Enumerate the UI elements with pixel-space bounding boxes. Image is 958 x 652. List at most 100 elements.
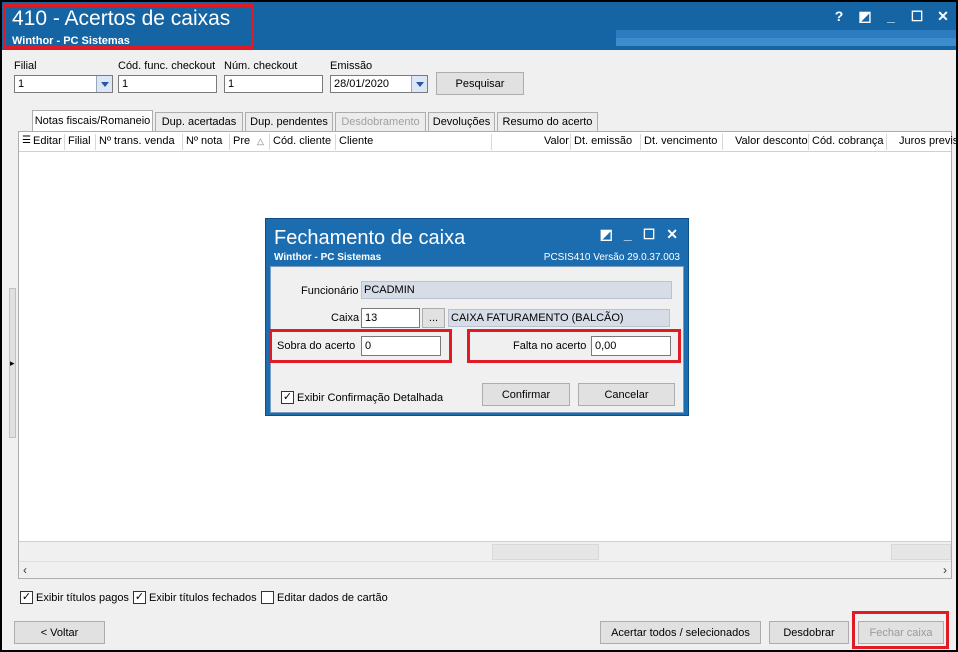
emissao-value: 28/01/2020 bbox=[334, 78, 390, 90]
tab-dup-acertadas[interactable]: Dup. acertadas bbox=[155, 112, 243, 131]
tab-devolucoes[interactable]: Devoluções bbox=[428, 112, 495, 131]
cod-func-label: Cód. func. checkout bbox=[118, 60, 216, 72]
edit-card-checkbox[interactable]: Editar dados de cartão bbox=[261, 591, 388, 604]
dialog-subtitle: Winthor - PC Sistemas bbox=[274, 252, 382, 263]
column-separator bbox=[570, 134, 571, 150]
checkbox-checked-icon[interactable]: ✓ bbox=[133, 591, 146, 604]
grid-header: ☰ Editar Filial Nº trans. venda Nº nota … bbox=[19, 132, 958, 152]
dialog-body: Funcionário PCADMIN Caixa 13 ... CAIXA F… bbox=[269, 266, 684, 413]
close-icon[interactable]: ✕ bbox=[936, 8, 950, 25]
emissao-date-picker[interactable]: 28/01/2020 bbox=[330, 75, 428, 93]
footer-cell bbox=[891, 544, 951, 560]
falta-highlight-box bbox=[467, 329, 681, 363]
maximize-icon[interactable]: ☐ bbox=[643, 226, 656, 243]
funcionario-label: Funcionário bbox=[301, 285, 359, 297]
caixa-description: CAIXA FATURAMENTO (BALCÃO) bbox=[448, 309, 670, 327]
back-button[interactable]: < Voltar bbox=[14, 621, 105, 644]
column-header[interactable]: Cliente bbox=[339, 135, 373, 147]
settle-all-button[interactable]: Acertar todos / selecionados bbox=[600, 621, 761, 644]
column-header[interactable]: Dt. emissão bbox=[574, 135, 632, 147]
dialog-version: PCSIS410 Versão 29.0.37.003 bbox=[543, 252, 680, 263]
minimize-icon[interactable]: _ bbox=[624, 226, 632, 243]
maximize-icon[interactable]: ☐ bbox=[910, 8, 924, 25]
sort-asc-icon: △ bbox=[257, 136, 264, 146]
column-separator bbox=[95, 134, 96, 150]
column-header[interactable]: Editar bbox=[33, 135, 62, 147]
column-separator bbox=[182, 134, 183, 150]
emissao-label: Emissão bbox=[330, 60, 373, 72]
cash-closing-dialog: Fechamento de caixa Winthor - PC Sistema… bbox=[265, 218, 689, 416]
funcionario-field: PCADMIN bbox=[361, 281, 672, 299]
footer-cell bbox=[492, 544, 599, 560]
confirm-detail-label: Exibir Confirmação Detalhada bbox=[297, 391, 444, 404]
num-checkout-label: Núm. checkout bbox=[224, 60, 298, 72]
column-header[interactable]: Nº trans. venda bbox=[99, 135, 175, 147]
restore-layout-icon[interactable]: ◩ bbox=[600, 226, 613, 243]
restore-layout-icon[interactable]: ◩ bbox=[858, 8, 872, 25]
title-decoration bbox=[616, 30, 956, 38]
minimize-icon[interactable]: _ bbox=[884, 8, 898, 25]
close-cash-highlight-box bbox=[852, 611, 949, 649]
edit-card-label: Editar dados de cartão bbox=[277, 591, 388, 604]
column-header[interactable]: Nº nota bbox=[186, 135, 222, 147]
grid-footer-row bbox=[19, 541, 951, 561]
show-closed-checkbox[interactable]: ✓ Exibir títulos fechados bbox=[133, 591, 257, 604]
show-paid-checkbox[interactable]: ✓ Exibir títulos pagos bbox=[20, 591, 129, 604]
split-button[interactable]: Desdobrar bbox=[769, 621, 849, 644]
search-button[interactable]: Pesquisar bbox=[436, 72, 524, 95]
tab-desdobramento[interactable]: Desdobramento bbox=[335, 112, 426, 131]
caixa-lookup-button[interactable]: ... bbox=[422, 308, 445, 328]
tab-resumo-acerto[interactable]: Resumo do acerto bbox=[497, 112, 598, 131]
title-highlight-box bbox=[3, 4, 254, 49]
show-closed-label: Exibir títulos fechados bbox=[149, 591, 257, 604]
show-paid-label: Exibir títulos pagos bbox=[36, 591, 129, 604]
scroll-left-icon[interactable]: ‹ bbox=[23, 563, 27, 577]
column-separator bbox=[229, 134, 230, 150]
horizontal-scrollbar[interactable]: ‹ › bbox=[19, 561, 951, 578]
column-header[interactable]: Pre bbox=[233, 135, 250, 147]
scroll-right-icon[interactable]: › bbox=[943, 563, 947, 577]
column-header[interactable]: Cód. cliente bbox=[273, 135, 331, 147]
num-checkout-input[interactable]: 1 bbox=[224, 75, 323, 93]
checkbox-checked-icon[interactable]: ✓ bbox=[281, 391, 294, 404]
column-separator bbox=[491, 134, 492, 150]
column-separator bbox=[886, 134, 887, 150]
column-header[interactable]: Filial bbox=[68, 135, 91, 147]
caixa-label: Caixa bbox=[331, 312, 360, 324]
title-decoration bbox=[616, 38, 956, 46]
column-header[interactable]: Valor bbox=[544, 135, 569, 147]
chevron-down-icon[interactable] bbox=[96, 76, 112, 92]
column-separator bbox=[808, 134, 809, 150]
column-header[interactable]: Valor desconto bbox=[735, 135, 808, 147]
cod-func-input[interactable]: 1 bbox=[118, 75, 217, 93]
column-separator bbox=[722, 134, 723, 150]
cancel-button[interactable]: Cancelar bbox=[578, 383, 675, 406]
filial-value: 1 bbox=[18, 78, 25, 90]
column-header[interactable]: Cód. cobrança bbox=[812, 135, 884, 147]
dialog-controls: ◩ _ ☐ ✕ bbox=[600, 226, 678, 243]
column-separator bbox=[335, 134, 336, 150]
caixa-input[interactable]: 13 bbox=[361, 308, 420, 328]
expand-panel-icon[interactable]: ▸ bbox=[10, 358, 15, 369]
chevron-down-icon[interactable] bbox=[411, 76, 427, 92]
checkbox-unchecked-icon[interactable] bbox=[261, 591, 274, 604]
column-header[interactable]: Juros previs bbox=[899, 135, 958, 147]
tab-notas-fiscais[interactable]: Notas fiscais/Romaneio bbox=[32, 110, 153, 131]
main-window: 410 - Acertos de caixas Winthor - PC Sis… bbox=[0, 0, 958, 652]
confirm-button[interactable]: Confirmar bbox=[482, 383, 570, 406]
checkbox-checked-icon[interactable]: ✓ bbox=[20, 591, 33, 604]
dialog-title: Fechamento de caixa bbox=[274, 227, 466, 249]
column-chooser-icon[interactable]: ☰ bbox=[22, 135, 31, 146]
filial-label: Filial bbox=[14, 60, 37, 72]
tab-dup-pendentes[interactable]: Dup. pendentes bbox=[245, 112, 333, 131]
close-icon[interactable]: ✕ bbox=[666, 226, 678, 243]
column-header[interactable]: Dt. vencimento bbox=[644, 135, 717, 147]
confirm-detail-checkbox[interactable]: ✓ Exibir Confirmação Detalhada bbox=[281, 391, 443, 404]
help-icon[interactable]: ? bbox=[832, 8, 846, 25]
column-separator bbox=[269, 134, 270, 150]
sobra-highlight-box bbox=[269, 329, 452, 363]
window-controls: ? ◩ _ ☐ ✕ bbox=[832, 8, 950, 25]
column-separator bbox=[64, 134, 65, 150]
filial-combo[interactable]: 1 bbox=[14, 75, 113, 93]
column-separator bbox=[640, 134, 641, 150]
